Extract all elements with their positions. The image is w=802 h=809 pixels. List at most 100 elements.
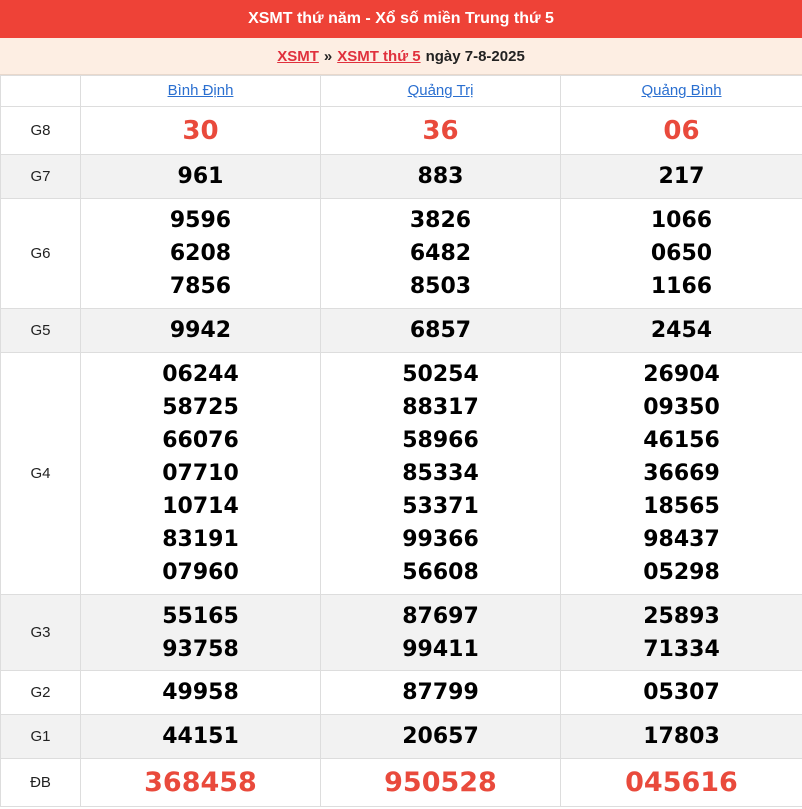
header-empty-cell — [0, 75, 81, 107]
prize-number: 3826 — [409, 208, 472, 233]
prize-number: 71334 — [643, 636, 720, 662]
prize-number: 10714 — [162, 494, 239, 519]
prize-row-g6: G6 9596 6208 7856 3826 6482 8503 1066 0650 1166 — [0, 198, 802, 309]
prize-label: G1 — [0, 714, 81, 759]
breadcrumb-link-xsmt[interactable]: XSMT — [277, 48, 319, 65]
prize-row-db: ĐB 368458 950528 045616 — [0, 758, 802, 807]
prize-label: G7 — [0, 154, 81, 199]
province-link-quang-binh[interactable]: Quảng Bình — [641, 82, 721, 99]
prize-number: 36 — [422, 115, 459, 146]
prize-cell: 25893 71334 — [560, 594, 802, 671]
prize-number: 20657 — [402, 724, 479, 749]
prize-number: 98437 — [643, 527, 720, 552]
prize-number: 66076 — [162, 428, 239, 453]
prize-number: 07960 — [162, 560, 239, 585]
province-link-binh-dinh[interactable]: Bình Định — [168, 82, 234, 99]
prize-number: 88317 — [402, 395, 479, 420]
prize-cell: 9942 — [80, 308, 321, 353]
prize-number: 55165 — [162, 603, 239, 629]
prize-row-g1: G1 44151 20657 17803 — [0, 714, 802, 759]
prize-label: G3 — [0, 594, 81, 671]
prize-number: 25893 — [643, 603, 720, 629]
prize-number: 17803 — [643, 724, 720, 749]
prize-number: 36669 — [643, 461, 720, 486]
prize-cell: 26904 09350 46156 36669 18565 98437 05298 — [560, 352, 802, 595]
province-header-cell: Quảng Trị — [320, 75, 561, 107]
prize-number: 18565 — [643, 494, 720, 519]
prize-number: 85334 — [402, 461, 479, 486]
prize-label: G4 — [0, 352, 81, 595]
province-header-cell: Bình Định — [80, 75, 321, 107]
prize-number: 44151 — [162, 724, 239, 749]
prize-number: 2454 — [650, 318, 713, 343]
prize-cell: 217 — [560, 154, 802, 199]
prize-number: 1166 — [650, 274, 713, 299]
prize-cell: 05307 — [560, 670, 802, 715]
prize-number: 883 — [417, 164, 464, 189]
prize-row-g4: G4 06244 58725 66076 07710 10714 83191 07960 502… — [0, 352, 802, 595]
province-header-cell: Quảng Bình — [560, 75, 802, 107]
prize-cell: 30 — [80, 106, 321, 155]
prize-cell: 9596 6208 7856 — [80, 198, 321, 309]
prize-cell: 20657 — [320, 714, 561, 759]
prize-number: 50254 — [402, 362, 479, 387]
prize-cell: 44151 — [80, 714, 321, 759]
prize-cell: 87799 — [320, 670, 561, 715]
prize-number: 09350 — [643, 395, 720, 420]
prize-number: 99411 — [402, 636, 479, 662]
prize-row-g2: G2 49958 87799 05307 — [0, 670, 802, 715]
prize-cell: 1066 0650 1166 — [560, 198, 802, 309]
prize-row-g5: G5 9942 6857 2454 — [0, 308, 802, 353]
page-title: XSMT thứ năm - Xổ số miền Trung thứ 5 — [0, 0, 802, 38]
prize-number: 7856 — [169, 274, 232, 299]
prize-cell: 36 — [320, 106, 561, 155]
prize-cell: 50254 88317 58966 85334 53371 99366 56608 — [320, 352, 561, 595]
prize-label: G6 — [0, 198, 81, 309]
prize-number: 06 — [663, 115, 700, 146]
prize-number: 368458 — [144, 767, 257, 798]
prize-label: ĐB — [0, 758, 81, 807]
prize-cell: 368458 — [80, 758, 321, 807]
prize-row-g3: G3 55165 93758 87697 99411 25893 71334 — [0, 594, 802, 671]
prize-cell: 045616 — [560, 758, 802, 807]
prize-number: 30 — [182, 115, 219, 146]
province-link-quang-tri[interactable]: Quảng Trị — [408, 82, 474, 99]
prize-row-g8: G8 30 36 06 — [0, 106, 802, 155]
prize-number: 05307 — [643, 680, 720, 705]
prize-cell: 3826 6482 8503 — [320, 198, 561, 309]
prize-number: 58966 — [402, 428, 479, 453]
prize-cell: 883 — [320, 154, 561, 199]
breadcrumb-separator: » — [323, 47, 333, 65]
prize-number: 07710 — [162, 461, 239, 486]
province-header-row: Bình Định Quảng Trị Quảng Bình — [0, 75, 802, 107]
prize-label: G2 — [0, 670, 81, 715]
prize-number: 87799 — [402, 680, 479, 705]
prize-number: 6208 — [169, 241, 232, 266]
prize-number: 26904 — [643, 362, 720, 387]
prize-number: 99366 — [402, 527, 479, 552]
prize-number: 49958 — [162, 680, 239, 705]
prize-cell: 6857 — [320, 308, 561, 353]
prize-number: 46156 — [643, 428, 720, 453]
prize-cell: 961 — [80, 154, 321, 199]
prize-cell: 06 — [560, 106, 802, 155]
breadcrumb-date: ngày 7-8-2025 — [425, 47, 525, 65]
prize-cell: 950528 — [320, 758, 561, 807]
prize-number: 58725 — [162, 395, 239, 420]
prize-number: 217 — [658, 164, 705, 189]
prize-label: G8 — [0, 106, 81, 155]
breadcrumb-link-xsmt-thu-5[interactable]: XSMT thứ 5 — [337, 48, 420, 65]
prize-number: 9596 — [169, 208, 232, 233]
prize-number: 045616 — [625, 767, 738, 798]
prize-cell: 55165 93758 — [80, 594, 321, 671]
prize-row-g7: G7 961 883 217 — [0, 154, 802, 199]
prize-number: 1066 — [650, 208, 713, 233]
prize-number: 9942 — [169, 318, 232, 343]
prize-number: 8503 — [409, 274, 472, 299]
prize-number: 83191 — [162, 527, 239, 552]
prize-number: 950528 — [384, 767, 497, 798]
prize-number: 6857 — [409, 318, 472, 343]
prize-cell: 06244 58725 66076 07710 10714 83191 07960 — [80, 352, 321, 595]
prize-cell: 17803 — [560, 714, 802, 759]
prize-number: 06244 — [162, 362, 239, 387]
